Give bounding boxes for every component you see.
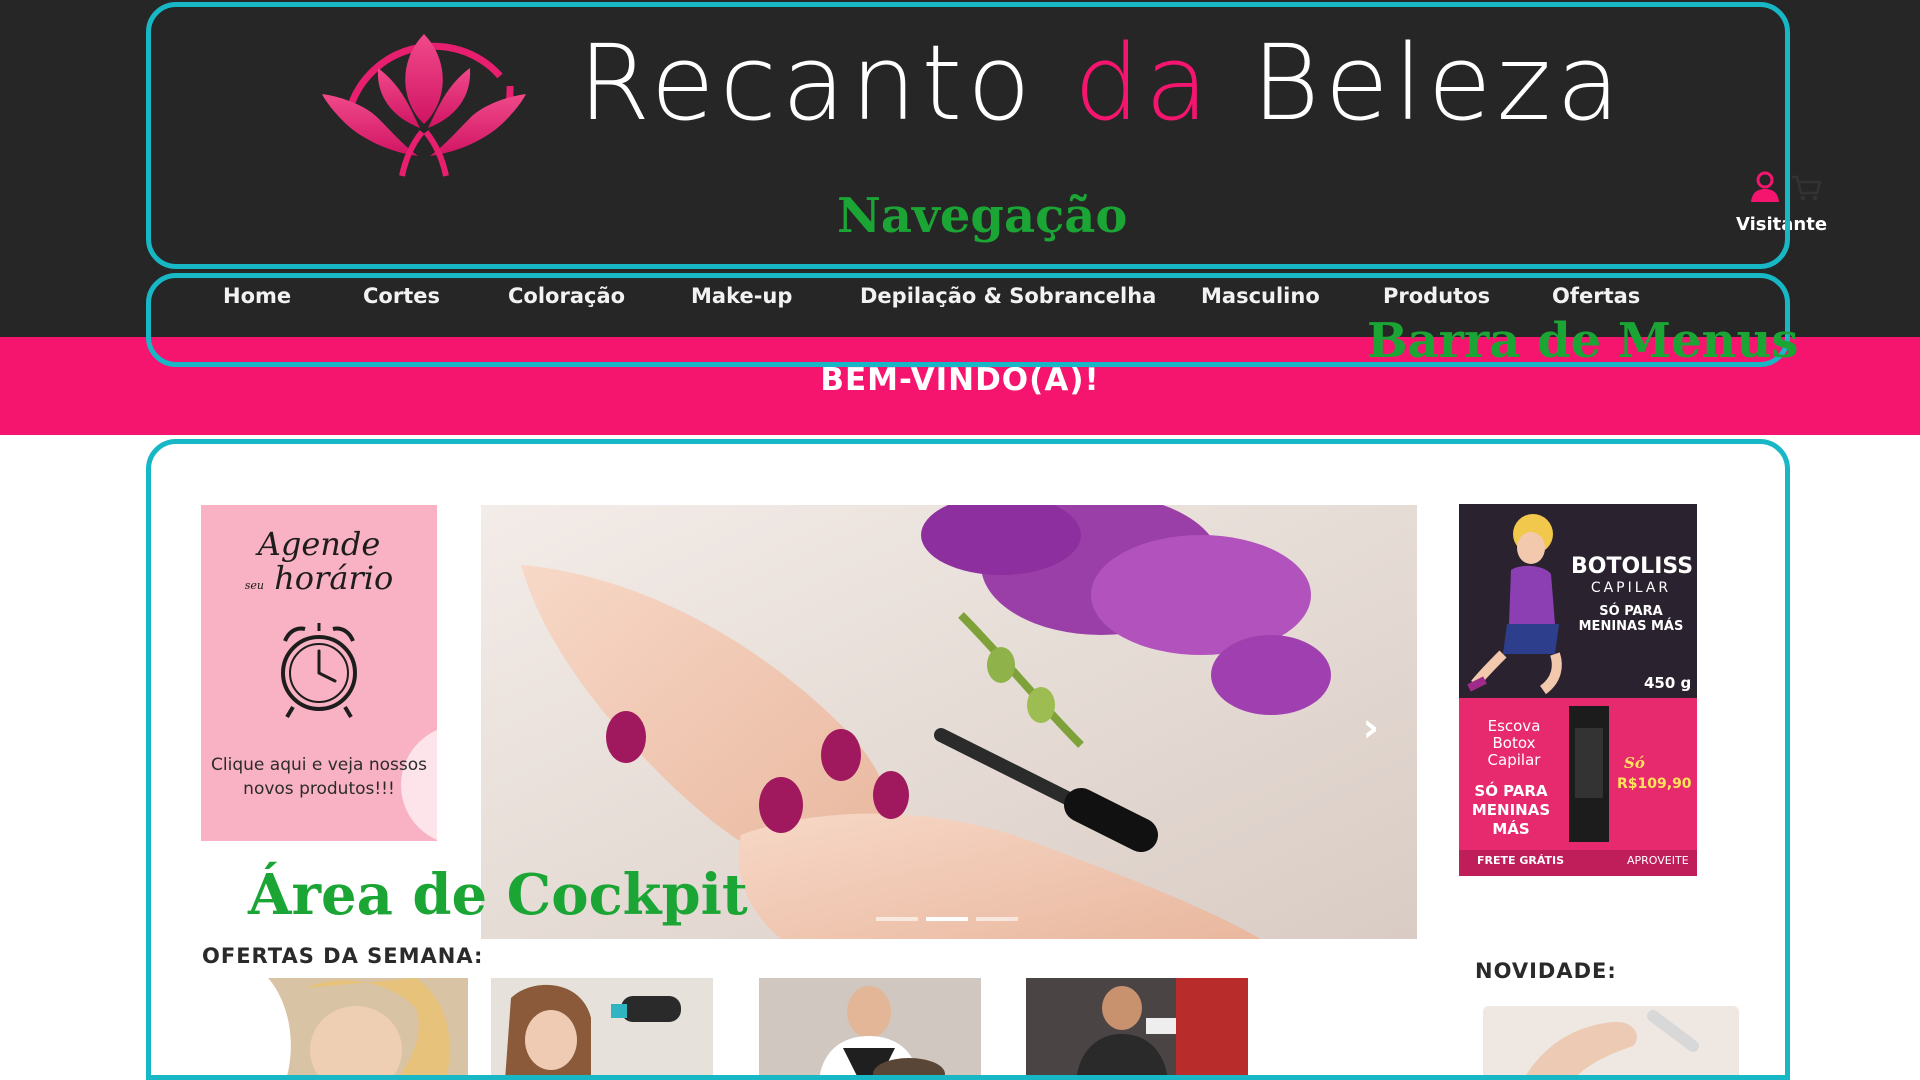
annotation-label-barra-menus: Barra de Menus — [1367, 313, 1799, 369]
cart-icon[interactable] — [1790, 174, 1822, 202]
annotation-label-navegacao: Navegação — [837, 188, 1128, 244]
annotation-box-cockpit — [146, 439, 1790, 1080]
annotation-label-cockpit: Área de Cockpit — [248, 862, 748, 928]
